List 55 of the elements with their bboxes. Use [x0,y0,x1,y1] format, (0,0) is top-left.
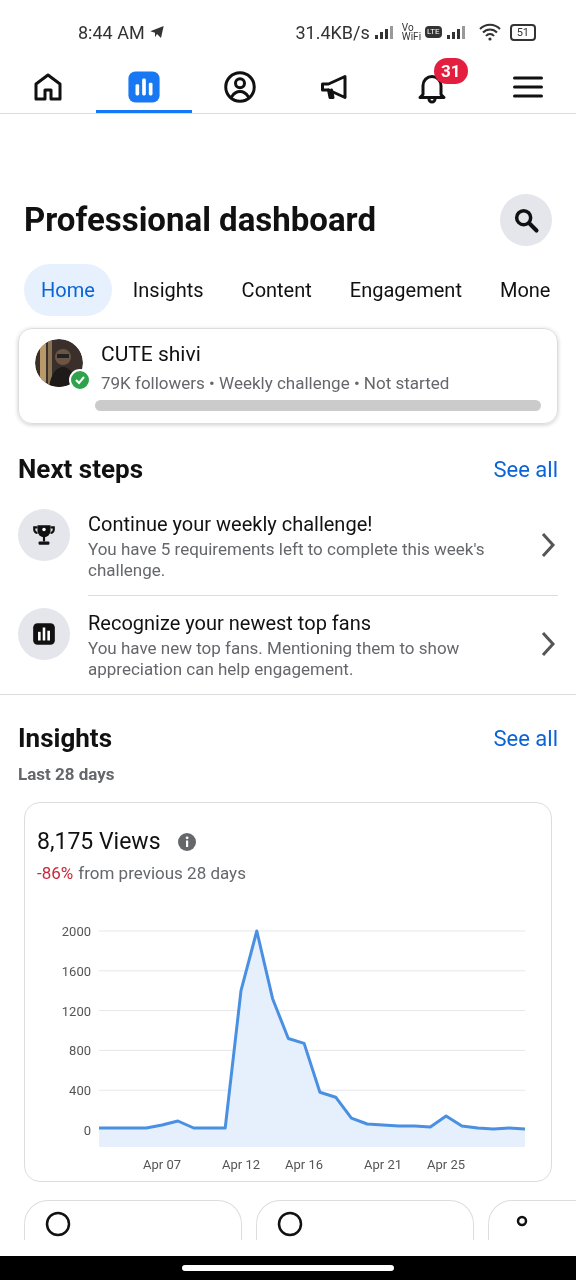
battery-indicator: 51 [509,23,536,41]
bar-chart-icon [127,70,161,104]
see-all-link[interactable]: See all [493,722,558,755]
send-icon [148,24,165,40]
person-icon [516,1214,528,1227]
profile-name: CUTE shivi [101,341,202,368]
vowifi-label: Vo [401,23,415,32]
step-description: You have new top fans. Mentioning them to show appreciation can help engagement. [88,638,461,680]
step-title: Continue your weekly challenge! [88,511,374,538]
step-description: You have 5 requirements left to complete this week's challenge. [88,539,486,581]
page-title: Professional dashboard [24,199,376,242]
profile-icon [222,69,258,105]
metric-card[interactable] [24,1199,242,1240]
x-tick-label: Apr 25 [427,1156,466,1172]
y-tick-label: 1600 [61,963,91,979]
tab[interactable]: Mone [482,264,568,316]
network-speed: 31.4KB/s [295,20,370,45]
wifi-icon [477,23,502,41]
profile-card[interactable]: CUTE shivi 79K followers • Weekly challenge • Not started [18,328,558,424]
see-all-link[interactable]: See all [493,453,558,486]
metric-card[interactable] [256,1199,474,1240]
tab[interactable]: Engagement [332,264,479,316]
status-time: 8:44 AM [78,20,145,45]
profile-details: 79K followers • Weekly challenge • Not started [101,371,451,395]
tab[interactable]: Content [224,264,329,316]
period-label: Last 28 days [17,763,116,786]
x-tick-label: Apr 16 [285,1156,324,1172]
step-title: Recognize your newest top fans [88,610,373,637]
views-count: 8,175 Views [37,826,161,857]
next-step-item[interactable]: Continue your weekly challenge! You have 5 requirements left to complete this week's challenge. [0,509,576,608]
lte-badge: LTE [425,26,442,38]
change-percent: -86% [37,862,74,885]
tab[interactable]: Insights [115,264,221,316]
y-tick-label: 1200 [61,1003,91,1019]
x-tick-label: Apr 07 [143,1156,182,1172]
next-step-item[interactable]: Recognize your newest top fans You have new top fans. Mentioning them to show appreciation can help engagement. [0,608,576,694]
bar-chart-icon [31,621,57,647]
vowifi-label: WiFi [401,32,422,41]
section-title: Next steps [18,453,144,486]
trophy-icon [31,522,57,548]
info-icon[interactable] [176,831,197,852]
y-tick-label: 400 [69,1082,91,1098]
clock-icon [277,1210,303,1237]
x-tick-label: Apr 21 [364,1156,402,1172]
y-tick-label: 2000 [61,923,91,939]
search-icon [512,206,540,234]
x-tick-label: Apr 12 [222,1156,260,1172]
tab[interactable]: Home [24,264,112,316]
notification-badge: 31 [434,58,468,84]
y-tick-label: 0 [83,1122,91,1138]
y-tick-label: 800 [69,1042,91,1058]
section-title: Insights [18,722,112,755]
change-description: from previous 28 days [78,862,246,885]
search-button[interactable] [500,194,552,246]
clock-icon [45,1210,71,1237]
